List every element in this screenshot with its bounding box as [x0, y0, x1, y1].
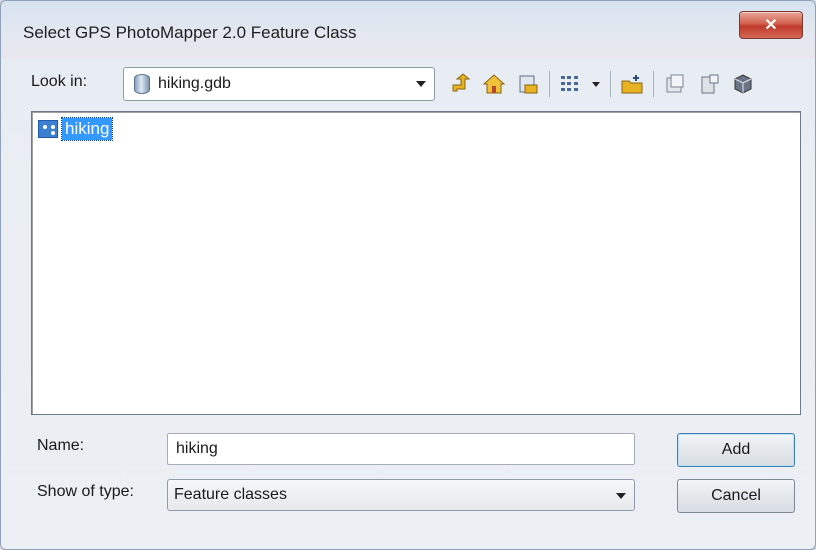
show-of-type-value: Feature classes [174, 486, 287, 503]
title-bar: Select GPS PhotoMapper 2.0 Feature Class… [1, 1, 815, 59]
show-of-type-dropdown[interactable]: Feature classes [167, 479, 635, 511]
up-one-level-button[interactable] [447, 71, 473, 97]
toolbar-separator [610, 71, 611, 97]
geodatabase-icon [134, 74, 150, 94]
new-folder-button[interactable] [619, 71, 645, 97]
delete-icon [701, 74, 719, 94]
feature-class-icon [38, 120, 58, 138]
delete-button[interactable] [696, 71, 722, 97]
chevron-down-icon [616, 493, 626, 499]
database-connect-button[interactable] [730, 71, 756, 97]
copy-button[interactable] [662, 71, 688, 97]
feature-class-list[interactable]: hiking [31, 111, 801, 415]
cancel-button[interactable]: Cancel [677, 479, 795, 513]
new-folder-icon [621, 75, 643, 94]
name-label: Name: [37, 437, 85, 454]
window-title: Select GPS PhotoMapper 2.0 Feature Class [23, 23, 357, 42]
view-menu-icon [561, 76, 578, 91]
look-in-value: hiking.gdb [158, 75, 231, 92]
show-of-type-label: Show of type: [37, 483, 134, 500]
home-button[interactable] [481, 71, 507, 97]
toolbar-separator [653, 71, 654, 97]
close-icon: ✕ [764, 17, 778, 34]
list-item[interactable]: hiking [38, 117, 114, 141]
look-in-dropdown[interactable]: hiking.gdb [123, 67, 435, 101]
add-button[interactable]: Add [677, 433, 795, 467]
close-button[interactable]: ✕ [739, 11, 803, 39]
list-item-label: hiking [60, 117, 114, 141]
up-one-level-icon [452, 73, 471, 92]
look-in-label: Look in: [31, 73, 88, 90]
copy-icon [666, 74, 684, 93]
connect-folder-icon [519, 75, 538, 94]
home-icon [482, 74, 506, 94]
view-menu-dropdown-arrow[interactable] [592, 81, 600, 87]
chevron-down-icon [416, 81, 426, 87]
toolbar-separator [549, 71, 550, 97]
connect-folder-button[interactable] [515, 71, 541, 97]
view-menu-button[interactable] [558, 71, 584, 97]
database-connect-icon [734, 74, 752, 94]
name-input[interactable] [167, 433, 635, 465]
dialog-window: Select GPS PhotoMapper 2.0 Feature Class… [0, 0, 816, 550]
toolbar [447, 67, 764, 101]
